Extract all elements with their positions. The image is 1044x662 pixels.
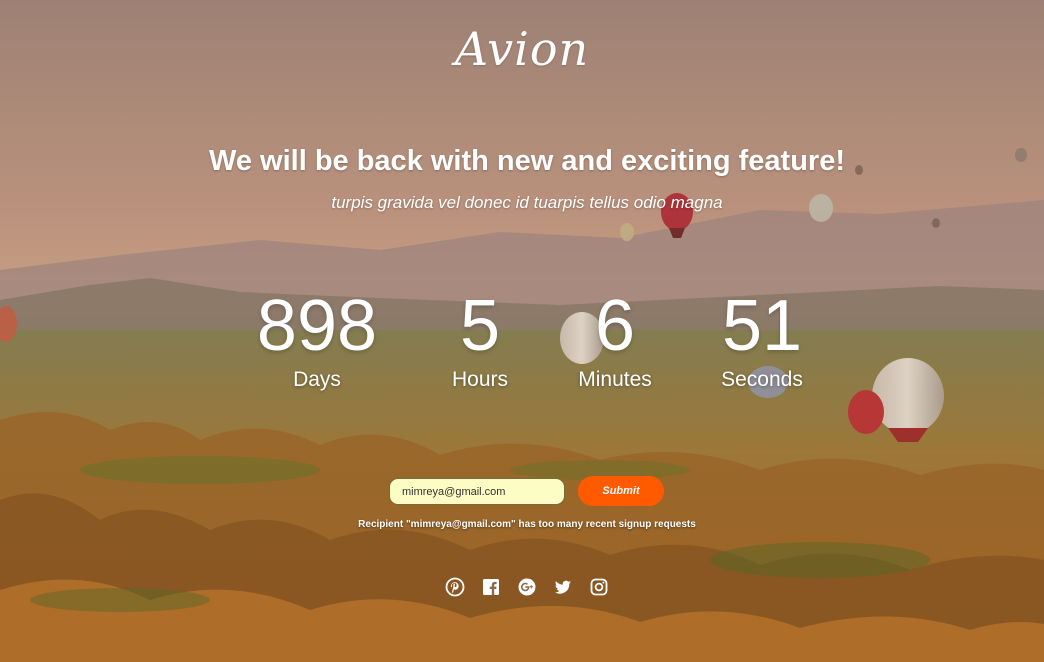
- countdown-days: 898 Days: [227, 288, 407, 392]
- pinterest-icon[interactable]: [445, 577, 465, 597]
- facebook-icon[interactable]: [481, 577, 501, 597]
- signup-error-message: Recipient "mimreya@gmail.com" has too ma…: [358, 519, 696, 530]
- countdown-seconds-label: Seconds: [721, 368, 803, 391]
- twitter-icon[interactable]: [553, 577, 573, 597]
- countdown-days-label: Days: [293, 368, 341, 391]
- countdown-seconds-value: 51: [721, 286, 803, 366]
- page-subtitle: turpis gravida vel donec id tuarpis tell…: [331, 193, 723, 212]
- brand-logo: Avion: [454, 22, 590, 76]
- submit-button[interactable]: Submit: [578, 476, 664, 506]
- social-links: [445, 577, 609, 597]
- instagram-icon[interactable]: [589, 577, 609, 597]
- google-plus-icon[interactable]: [517, 577, 537, 597]
- page-headline: We will be back with new and exciting fe…: [209, 145, 845, 177]
- countdown-days-value: 898: [256, 286, 378, 366]
- email-input[interactable]: [389, 478, 565, 505]
- countdown-seconds: 51 Seconds: [672, 288, 852, 392]
